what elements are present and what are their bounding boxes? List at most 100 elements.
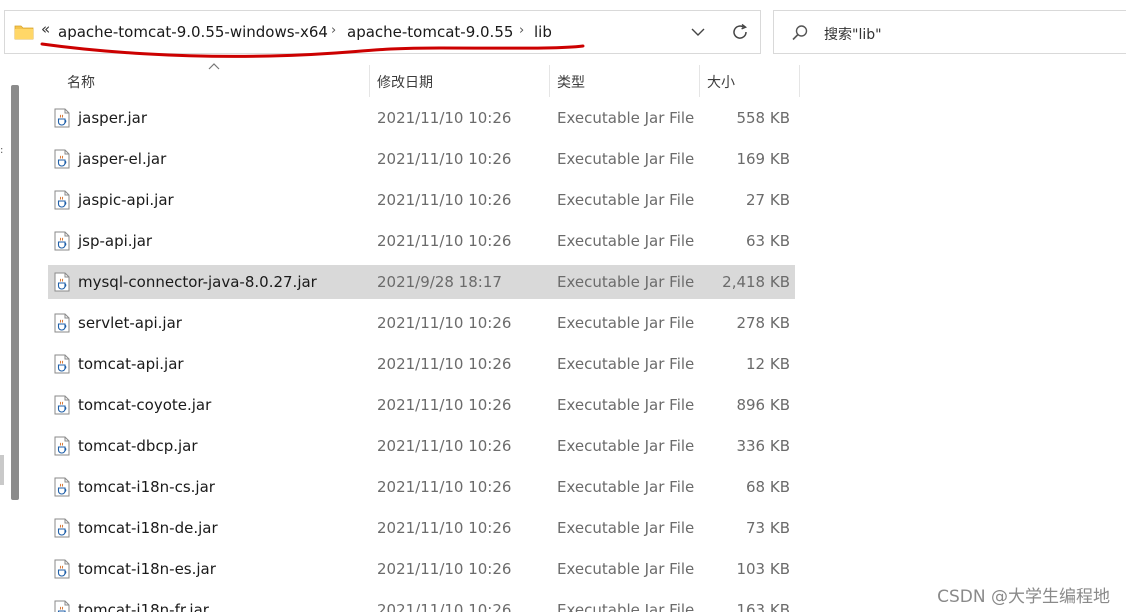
column-header-name[interactable]: 名称 — [67, 72, 95, 92]
file-type: Executable Jar File — [557, 601, 695, 612]
file-modified-date: 2021/11/10 10:26 — [377, 519, 512, 537]
file-size: 278 KB — [736, 314, 790, 332]
scrollbar-thumb[interactable] — [11, 85, 19, 500]
file-row[interactable]: tomcat-i18n-es.jar 2021/11/10 10:26 Execut… — [48, 552, 795, 586]
file-row[interactable]: tomcat-i18n-fr.jar 2021/11/10 10:26 Execut… — [48, 593, 795, 612]
jar-file-icon — [54, 149, 70, 169]
chevron-down-icon[interactable] — [690, 24, 706, 40]
file-type: Executable Jar File — [557, 232, 695, 250]
file-modified-date: 2021/11/10 10:26 — [377, 601, 512, 612]
search-icon — [792, 25, 808, 41]
file-row[interactable]: tomcat-coyote.jar 2021/11/10 10:26 Executa… — [48, 388, 795, 422]
file-type: Executable Jar File — [557, 109, 695, 127]
file-size: 103 KB — [736, 560, 790, 578]
file-size: 2,418 KB — [722, 273, 790, 291]
column-divider[interactable] — [549, 65, 550, 97]
nav-pane-edge: : — [0, 145, 4, 156]
breadcrumb-item-2[interactable]: apache-tomcat-9.0.55 — [347, 23, 513, 41]
file-modified-date: 2021/11/10 10:26 — [377, 396, 512, 414]
file-size: 558 KB — [736, 109, 790, 127]
column-divider[interactable] — [699, 65, 700, 97]
file-name: tomcat-i18n-de.jar — [78, 519, 218, 537]
file-type: Executable Jar File — [557, 191, 695, 209]
jar-file-icon — [54, 518, 70, 538]
file-name: tomcat-api.jar — [78, 355, 184, 373]
file-size: 73 KB — [746, 519, 790, 537]
column-divider[interactable] — [369, 65, 370, 97]
search-input[interactable]: 搜索"lib" — [824, 24, 882, 44]
file-name: jsp-api.jar — [78, 232, 153, 250]
file-size: 336 KB — [736, 437, 790, 455]
file-row[interactable]: tomcat-api.jar 2021/11/10 10:26 Executable… — [48, 347, 795, 381]
file-type: Executable Jar File — [557, 150, 695, 168]
column-header-date[interactable]: 修改日期 — [377, 72, 433, 92]
search-box[interactable]: 搜索"lib" — [773, 10, 1126, 54]
breadcrumb-separator-icon[interactable]: › — [519, 23, 524, 38]
file-row[interactable]: servlet-api.jar 2021/11/10 10:26 Executabl… — [48, 306, 795, 340]
file-name: tomcat-i18n-es.jar — [78, 560, 216, 578]
file-modified-date: 2021/11/10 10:26 — [377, 314, 512, 332]
column-divider[interactable] — [799, 65, 800, 97]
sort-ascending-icon — [208, 63, 220, 70]
file-type: Executable Jar File — [557, 396, 695, 414]
nav-pane-selection-marker — [0, 455, 4, 485]
file-row[interactable]: tomcat-i18n-cs.jar 2021/11/10 10:26 Execut… — [48, 470, 795, 504]
breadcrumb-item-1[interactable]: apache-tomcat-9.0.55-windows-x64 — [58, 23, 328, 41]
jar-file-icon — [54, 272, 70, 292]
refresh-icon[interactable] — [730, 22, 750, 42]
file-name: tomcat-dbcp.jar — [78, 437, 198, 455]
file-row[interactable]: jsp-api.jar 2021/11/10 10:26 Executable Ja… — [48, 224, 795, 258]
file-row[interactable]: jasper-el.jar 2021/11/10 10:26 Executable … — [48, 142, 795, 176]
file-type: Executable Jar File — [557, 355, 695, 373]
file-size: 169 KB — [736, 150, 790, 168]
file-name: tomcat-i18n-fr.jar — [78, 601, 209, 612]
breadcrumb-item-3[interactable]: lib — [534, 23, 552, 41]
watermark: CSDN @大学生编程地 — [937, 587, 1110, 607]
jar-file-icon — [54, 313, 70, 333]
file-modified-date: 2021/9/28 18:17 — [377, 273, 502, 291]
file-row[interactable]: jaspic-api.jar 2021/11/10 10:26 Executable… — [48, 183, 795, 217]
file-name: mysql-connector-java-8.0.27.jar — [78, 273, 317, 291]
jar-file-icon — [54, 231, 70, 251]
file-type: Executable Jar File — [557, 560, 695, 578]
file-size: 27 KB — [746, 191, 790, 209]
file-type: Executable Jar File — [557, 314, 695, 332]
jar-file-icon — [54, 354, 70, 374]
file-row[interactable]: tomcat-i18n-de.jar 2021/11/10 10:26 Execut… — [48, 511, 795, 545]
address-bar[interactable]: « apache-tomcat-9.0.55-windows-x64 › apa… — [4, 10, 761, 54]
file-row[interactable]: mysql-connector-java-8.0.27.jar 2021/9/28… — [48, 265, 795, 299]
column-header-size[interactable]: 大小 — [707, 72, 735, 92]
file-row[interactable]: jasper.jar 2021/11/10 10:26 Executable Jar… — [48, 101, 795, 135]
folder-icon — [14, 25, 34, 40]
file-modified-date: 2021/11/10 10:26 — [377, 232, 512, 250]
file-size: 63 KB — [746, 232, 790, 250]
file-name: jaspic-api.jar — [78, 191, 174, 209]
jar-file-icon — [54, 395, 70, 415]
file-modified-date: 2021/11/10 10:26 — [377, 109, 512, 127]
file-size: 12 KB — [746, 355, 790, 373]
jar-file-icon — [54, 600, 70, 612]
file-name: tomcat-i18n-cs.jar — [78, 478, 215, 496]
breadcrumb-separator-icon[interactable]: › — [331, 23, 336, 38]
file-modified-date: 2021/11/10 10:26 — [377, 560, 512, 578]
file-modified-date: 2021/11/10 10:26 — [377, 355, 512, 373]
file-modified-date: 2021/11/10 10:26 — [377, 478, 512, 496]
breadcrumb-overflow[interactable]: « — [41, 20, 50, 38]
column-header-row: 名称 修改日期 类型 大小 — [50, 63, 800, 97]
file-type: Executable Jar File — [557, 437, 695, 455]
file-size: 68 KB — [746, 478, 790, 496]
jar-file-icon — [54, 477, 70, 497]
file-name: jasper-el.jar — [78, 150, 167, 168]
file-row[interactable]: tomcat-dbcp.jar 2021/11/10 10:26 Executabl… — [48, 429, 795, 463]
jar-file-icon — [54, 436, 70, 456]
file-name: tomcat-coyote.jar — [78, 396, 212, 414]
jar-file-icon — [54, 559, 70, 579]
file-type: Executable Jar File — [557, 519, 695, 537]
file-type: Executable Jar File — [557, 273, 695, 291]
file-modified-date: 2021/11/10 10:26 — [377, 150, 512, 168]
file-type: Executable Jar File — [557, 478, 695, 496]
column-header-type[interactable]: 类型 — [557, 72, 585, 92]
file-name: jasper.jar — [78, 109, 148, 127]
file-name: servlet-api.jar — [78, 314, 182, 332]
file-modified-date: 2021/11/10 10:26 — [377, 437, 512, 455]
